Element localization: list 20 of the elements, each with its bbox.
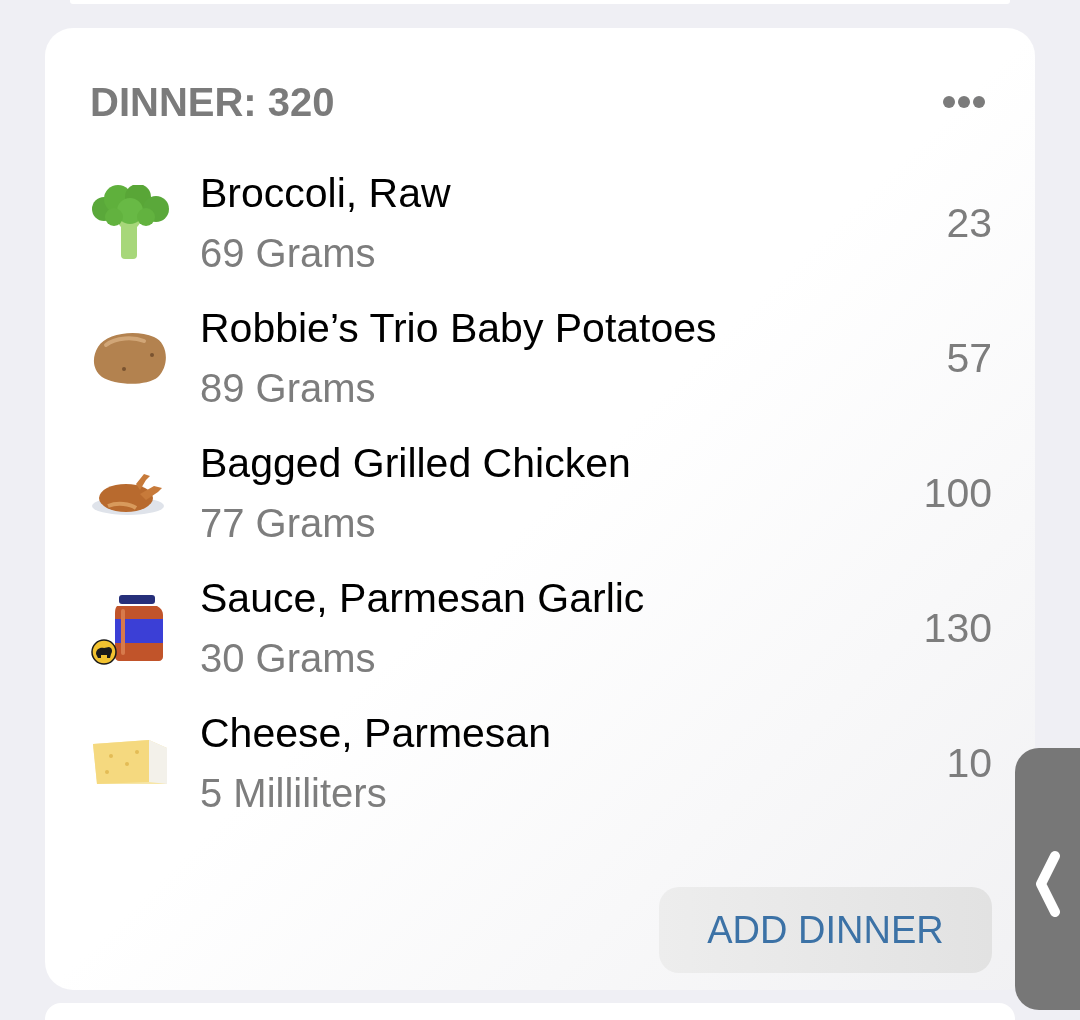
food-amount: 30 Grams [200,635,377,681]
calorie-count: 23 [946,200,992,246]
food-name: Bagged Grilled Chicken [200,440,632,486]
food-name: Sauce, Parmesan Garlic [200,575,646,621]
food-amount: 5 Milliliters [200,770,388,816]
calorie-count: 10 [946,740,992,786]
food-name: Broccoli, Raw [200,170,452,216]
calorie-count: 57 [946,335,992,381]
food-name: Robbie’s Trio Baby Potatoes [200,305,718,351]
calorie-count: 130 [923,605,992,651]
food-amount: 69 Grams [200,230,377,276]
chevron-left-icon [1033,850,1061,918]
side-tab[interactable] [1015,748,1080,1010]
meal-title: DINNER: 320 [90,80,335,124]
food-amount: 77 Grams [200,500,377,546]
add-dinner-button[interactable]: ADD DINNER [659,887,992,973]
more-icon[interactable] [943,96,985,108]
calorie-count: 100 [923,470,992,516]
food-name: Cheese, Parmesan [200,710,552,756]
food-amount: 89 Grams [200,365,377,411]
